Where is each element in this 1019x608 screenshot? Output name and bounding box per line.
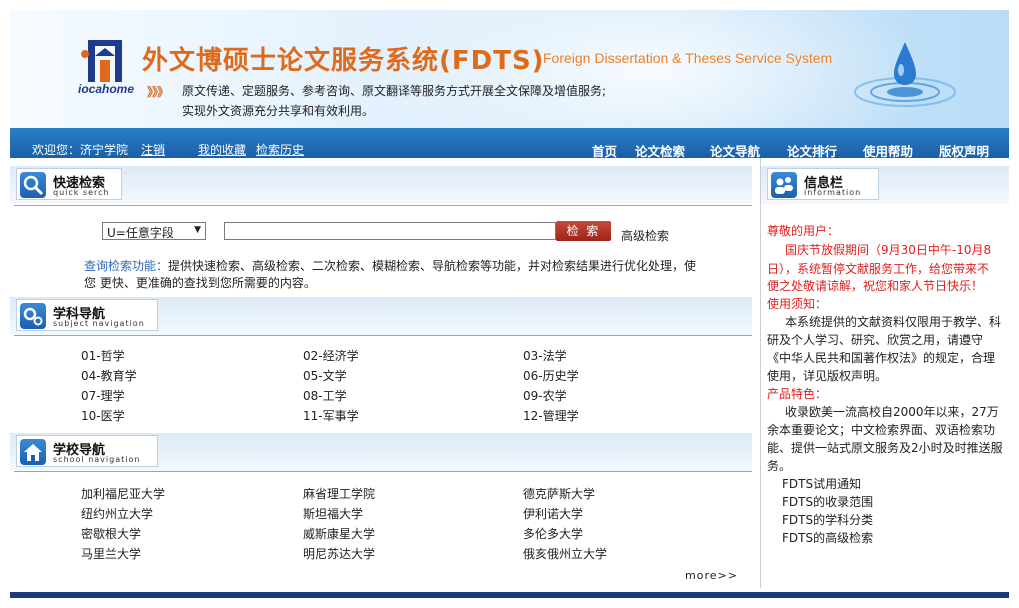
school-item[interactable]: 多伦多大学: [523, 525, 583, 542]
logo-text: iocahome: [78, 82, 135, 96]
dropdown-arrow-icon: ▼: [194, 225, 201, 235]
subject-item[interactable]: 03-法学: [523, 347, 567, 364]
school-item[interactable]: 麻省理工学院: [303, 485, 375, 502]
feature-line: 能、提供一站式原文服务及2小时及时推送服: [767, 441, 1003, 455]
divider: [14, 471, 752, 472]
search-button[interactable]: 检 索: [556, 221, 611, 241]
field-select[interactable]: U=任意字段 ▼: [102, 222, 206, 240]
subject-item[interactable]: 10-医学: [81, 407, 125, 424]
magnifier-icon: [20, 172, 46, 198]
system-title-en: Foreign Dissertation & Theses Service Sy…: [543, 50, 833, 66]
subject-nav-header: 学科导航 subject navigation: [10, 297, 752, 335]
info-link[interactable]: FDTS的收录范围: [782, 493, 873, 512]
search-info-label[interactable]: 查询检索功能：: [84, 259, 168, 273]
quick-search-subtitle: quick serch: [53, 188, 110, 197]
logout-link[interactable]: 注销: [141, 141, 165, 158]
school-item[interactable]: 明尼苏达大学: [303, 545, 375, 562]
subject-item[interactable]: 01-哲学: [81, 347, 125, 364]
subject-item[interactable]: 05-文学: [303, 367, 347, 384]
subject-item[interactable]: 12-管理学: [523, 407, 579, 424]
welcome-text: 欢迎您：济宁学院: [32, 143, 129, 157]
history-link[interactable]: 检索历史: [256, 141, 304, 158]
notice-line: 便之处敬请谅解，祝您和家人节日快乐！: [767, 279, 984, 293]
header-banner: iocahome 外文博硕士论文服务系统(FDTS) Foreign Disse…: [10, 10, 1009, 128]
school-nav-header: 学校导航 school navigation: [10, 433, 752, 471]
info-header: 信息栏 information: [761, 166, 1009, 204]
greeting-text: 尊敬的用户：: [767, 224, 840, 238]
info-title-box: 信息栏 information: [767, 168, 879, 200]
notice-line: 国庆节放假期间（9月30日中午-10月8: [785, 243, 992, 257]
search-info: 查询检索功能：提供快速检索、高级检索、二次检索、模糊检索、导航检索等功能，并对检…: [84, 258, 704, 292]
top-nav-bar: 欢迎您：济宁学院 注销 我的收藏 检索历史 首页 论文检索 论文导航 论文排行 …: [10, 128, 1009, 159]
school-item[interactable]: 德克萨斯大学: [523, 485, 595, 502]
feature-title: 产品特色：: [767, 387, 828, 401]
banner-description-line2: 实现外文资源充分共享和有效利用。: [182, 104, 375, 118]
more-schools-link[interactable]: more>>: [685, 569, 738, 582]
subject-nav-subtitle: subject navigation: [53, 319, 145, 328]
school-item[interactable]: 俄亥俄州立大学: [523, 545, 607, 562]
info-link[interactable]: FDTS的高级检索: [782, 529, 873, 548]
school-item[interactable]: 纽约州立大学: [81, 505, 153, 522]
info-link[interactable]: FDTS的学科分类: [782, 511, 873, 530]
quick-search-header: 快速检索 quick serch: [10, 166, 752, 204]
feature-line: 务。: [767, 459, 792, 473]
subject-nav-title-box: 学科导航 subject navigation: [16, 299, 158, 331]
quick-search-title-box: 快速检索 quick serch: [16, 168, 122, 200]
school-item[interactable]: 马里兰大学: [81, 545, 141, 562]
feature-line: 余本重要论文；中文检索界面、双语检索功: [767, 423, 996, 437]
favorites-link[interactable]: 我的收藏: [198, 141, 246, 158]
info-link[interactable]: FDTS试用通知: [782, 475, 861, 494]
usage-title: 使用须知：: [767, 297, 828, 311]
subject-item[interactable]: 07-理学: [81, 387, 125, 404]
school-item[interactable]: 伊利诺大学: [523, 505, 583, 522]
field-select-value: U=任意字段: [107, 226, 174, 240]
usage-line: 使用，详见版权声明。: [767, 369, 888, 383]
usage-line: 研及个人学习、研究、欣赏之用，请遵守: [767, 333, 984, 347]
divider: [14, 335, 752, 336]
water-drop-icon: [854, 42, 956, 107]
subject-item[interactable]: 09-农学: [523, 387, 567, 404]
school-item[interactable]: 斯坦福大学: [303, 505, 363, 522]
usage-line: 《中华人民共和国著作权法》的规定，合理: [767, 351, 996, 365]
subject-item[interactable]: 08-工学: [303, 387, 347, 404]
banner-description-line1: 原文传递、定题服务、参考咨询、原文翻译等服务方式开展全文保障及增值服务;: [182, 84, 607, 98]
usage-line: 本系统提供的文献资料仅限用于教学、科: [785, 315, 1002, 329]
info-subtitle: information: [804, 188, 862, 197]
school-item[interactable]: 加利福尼亚大学: [81, 485, 165, 502]
advanced-search-link[interactable]: 高级检索: [621, 227, 669, 244]
users-icon: [771, 172, 797, 198]
school-item[interactable]: 威斯康星大学: [303, 525, 375, 542]
school-nav-subtitle: school navigation: [53, 455, 141, 464]
search-info-text: 提供快速检索、高级检索、二次检索、模糊检索、导航检索等功能，并对检索结果进行优化…: [84, 259, 697, 290]
arrows-icon: 》》》: [147, 85, 169, 99]
gears-icon: [20, 303, 46, 329]
footer-bar: [10, 592, 1009, 598]
feature-line: 收录欧美一流高校自2000年以来，27万: [785, 405, 999, 419]
subject-item[interactable]: 11-军事学: [303, 407, 359, 424]
subject-item[interactable]: 06-历史学: [523, 367, 579, 384]
school-nav-title-box: 学校导航 school navigation: [16, 435, 158, 467]
subject-item[interactable]: 04-教育学: [81, 367, 137, 384]
search-input[interactable]: [224, 222, 556, 240]
school-item[interactable]: 密歇根大学: [81, 525, 141, 542]
subject-item[interactable]: 02-经济学: [303, 347, 359, 364]
divider: [14, 205, 752, 206]
system-title: 外文博硕士论文服务系统(FDTS): [142, 46, 545, 76]
house-icon: [20, 439, 46, 465]
